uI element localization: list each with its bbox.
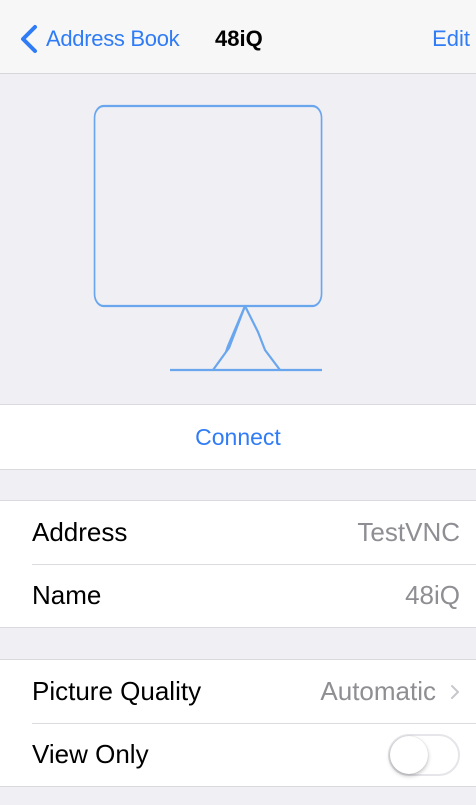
name-row[interactable]: Name 48iQ <box>0 564 476 627</box>
monitor-icon <box>93 104 323 372</box>
picture-quality-value: Automatic <box>320 676 436 706</box>
name-label: Name <box>32 580 102 610</box>
view-only-row: View Only <box>0 723 476 786</box>
address-row[interactable]: Address TestVNC <box>0 501 476 564</box>
name-value: 48iQ <box>405 580 460 610</box>
back-button[interactable]: Address Book <box>18 22 180 56</box>
address-value: TestVNC <box>357 517 460 547</box>
connect-button[interactable]: Connect <box>0 404 476 470</box>
details-group: Address TestVNC Name 48iQ <box>0 500 476 628</box>
toggle-knob <box>390 735 428 774</box>
back-button-label: Address Book <box>46 26 180 51</box>
hero-area <box>0 74 476 404</box>
picture-quality-row[interactable]: Picture Quality Automatic <box>0 660 476 723</box>
server-detail-screen: Address Book 48iQ Edit Connect Address T… <box>0 0 476 805</box>
page-title: 48iQ <box>215 26 263 51</box>
address-label: Address <box>32 517 128 547</box>
view-only-label: View Only <box>32 739 149 769</box>
chevron-right-icon <box>451 684 459 699</box>
edit-button[interactable]: Edit <box>432 26 470 52</box>
view-only-toggle[interactable] <box>388 733 460 776</box>
picture-quality-value-group: Automatic <box>320 676 460 707</box>
picture-quality-label: Picture Quality <box>32 676 202 706</box>
chevron-left-icon <box>21 25 37 53</box>
navigation-bar: Address Book 48iQ Edit <box>0 0 476 74</box>
settings-group: Picture Quality Automatic View Only <box>0 659 476 787</box>
connect-label: Connect <box>195 423 281 450</box>
